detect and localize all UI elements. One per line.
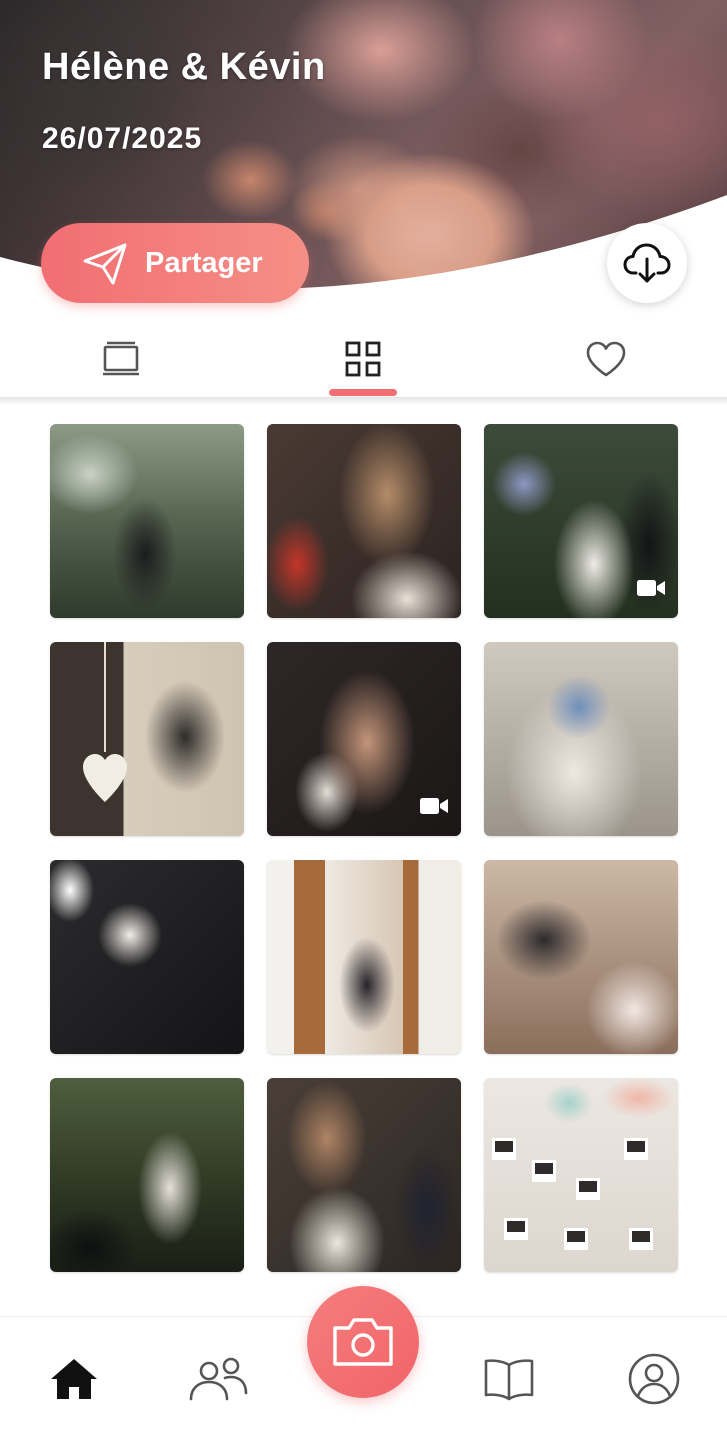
camera-icon: [333, 1318, 393, 1366]
home-icon: [51, 1359, 97, 1399]
event-date: 26/07/2025: [42, 122, 203, 155]
polaroid-decoration: [629, 1228, 653, 1250]
gallery-item-4[interactable]: [50, 642, 244, 836]
download-button[interactable]: [607, 223, 687, 303]
active-tab-indicator: [329, 389, 398, 396]
cloud-download-icon: [623, 243, 671, 283]
event-title: Hélène & Kévin: [42, 46, 326, 88]
gallery-item-8[interactable]: [267, 860, 461, 1054]
polaroid-decoration: [504, 1218, 528, 1240]
share-label: Partager: [145, 246, 263, 279]
view-tabs: [0, 318, 727, 400]
slideshow-icon: [103, 341, 140, 376]
photo-grid: [50, 424, 678, 1272]
gallery-item-2[interactable]: [267, 424, 461, 618]
grid-icon: [346, 341, 381, 377]
paper-plane-icon: [83, 243, 127, 285]
nav-home[interactable]: [42, 1347, 106, 1411]
tab-favorites[interactable]: [485, 318, 727, 400]
polaroid-decoration: [492, 1138, 516, 1160]
share-button[interactable]: Partager: [41, 223, 309, 303]
gallery-item-6[interactable]: [484, 642, 678, 836]
gallery-item-11[interactable]: [267, 1078, 461, 1272]
camera-button[interactable]: [307, 1286, 419, 1398]
nav-guestbook[interactable]: [477, 1347, 541, 1411]
heart-tag-decoration: [83, 642, 127, 802]
nav-guests[interactable]: [186, 1347, 250, 1411]
polaroid-decoration: [576, 1178, 600, 1200]
video-camera-icon: [420, 798, 448, 814]
book-icon: [484, 1359, 534, 1401]
tab-grid[interactable]: [242, 318, 484, 400]
polaroid-decoration: [624, 1138, 648, 1160]
gallery-item-3[interactable]: [484, 424, 678, 618]
nav-profile[interactable]: [622, 1347, 686, 1411]
gallery-item-12[interactable]: [484, 1078, 678, 1272]
tabs-divider: [0, 397, 727, 405]
video-camera-icon: [637, 580, 665, 596]
users-icon: [189, 1357, 248, 1401]
profile-icon: [628, 1353, 680, 1405]
gallery-item-10[interactable]: [50, 1078, 244, 1272]
tab-slideshow[interactable]: [0, 318, 242, 400]
polaroid-decoration: [564, 1228, 588, 1250]
gallery-item-1[interactable]: [50, 424, 244, 618]
gallery-item-7[interactable]: [50, 860, 244, 1054]
heart-icon: [586, 341, 626, 377]
gallery-item-9[interactable]: [484, 860, 678, 1054]
polaroid-decoration: [532, 1160, 556, 1182]
gallery-item-5[interactable]: [267, 642, 461, 836]
